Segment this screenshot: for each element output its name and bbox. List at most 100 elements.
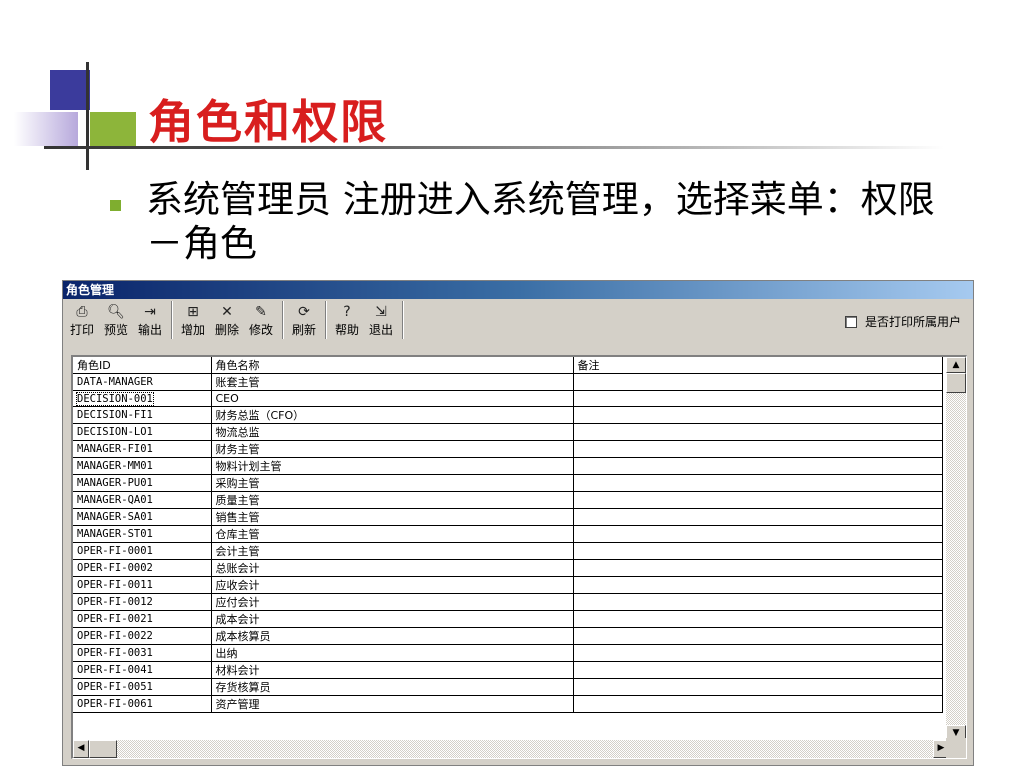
table-row[interactable]: MANAGER-QA01 质量主管 — [73, 491, 943, 509]
cell-role-name[interactable]: 账套主管 — [211, 373, 574, 391]
cell-role-name[interactable]: 财务总监（CFO） — [211, 406, 574, 424]
table-row[interactable]: OPER-FI-0011 应收会计 — [73, 576, 943, 594]
cell-remark[interactable] — [573, 406, 943, 424]
table-row[interactable]: DATA-MANAGER 账套主管 — [73, 373, 943, 391]
cell-role-id[interactable]: OPER-FI-0031 — [73, 644, 212, 662]
cell-role-name[interactable]: 出纳 — [211, 644, 574, 662]
cell-role-id[interactable]: OPER-FI-0022 — [73, 627, 212, 645]
table-row[interactable]: OPER-FI-0022 成本核算员 — [73, 627, 943, 645]
cell-role-name[interactable]: 材料会计 — [211, 661, 574, 679]
cell-role-id[interactable]: OPER-FI-0051 — [73, 678, 212, 696]
table-row[interactable]: OPER-FI-0002 总账会计 — [73, 559, 943, 577]
vertical-scrollbar[interactable]: ▲ ▼ — [946, 357, 966, 741]
cell-remark[interactable] — [573, 644, 943, 662]
table-row[interactable]: DECISION-LO1 物流总监 — [73, 423, 943, 441]
table-row[interactable]: DECISION-FI1 财务总监（CFO） — [73, 406, 943, 424]
table-row[interactable]: OPER-FI-0031 出纳 — [73, 644, 943, 662]
cell-remark[interactable] — [573, 593, 943, 611]
cell-role-name[interactable]: 物流总监 — [211, 423, 574, 441]
cell-remark[interactable] — [573, 457, 943, 475]
window-titlebar[interactable]: 角色管理 — [63, 281, 973, 299]
table-row[interactable]: MANAGER-SA01 销售主管 — [73, 508, 943, 526]
print-users-checkbox[interactable] — [844, 315, 857, 328]
cell-remark[interactable] — [573, 474, 943, 492]
cell-role-id[interactable]: OPER-FI-0011 — [73, 576, 212, 594]
cell-role-id[interactable]: DATA-MANAGER — [73, 373, 212, 391]
cell-role-id[interactable]: OPER-FI-0012 — [73, 593, 212, 611]
cell-remark[interactable] — [573, 678, 943, 696]
cell-remark[interactable] — [573, 542, 943, 560]
scroll-up-button[interactable]: ▲ — [946, 357, 966, 373]
cell-remark[interactable] — [573, 491, 943, 509]
cell-remark[interactable] — [573, 390, 943, 407]
cell-remark[interactable] — [573, 576, 943, 594]
add-button[interactable]: ⊞ 增加 — [176, 301, 210, 339]
cell-role-name[interactable]: 成本核算员 — [211, 627, 574, 645]
cell-remark[interactable] — [573, 440, 943, 458]
export-button[interactable]: ⇥ 输出 — [133, 301, 167, 339]
vertical-scroll-thumb[interactable] — [946, 373, 966, 393]
table-row[interactable]: MANAGER-MM01 物料计划主管 — [73, 457, 943, 475]
cell-role-id[interactable]: MANAGER-QA01 — [73, 491, 212, 509]
cell-role-id[interactable]: OPER-FI-0002 — [73, 559, 212, 577]
cell-role-name[interactable]: 销售主管 — [211, 508, 574, 526]
table-row[interactable]: OPER-FI-0012 应付会计 — [73, 593, 943, 611]
cell-role-id[interactable]: DECISION-LO1 — [73, 423, 212, 441]
column-header-role-name[interactable]: 角色名称 — [211, 357, 574, 374]
cell-role-name[interactable]: 应付会计 — [211, 593, 574, 611]
edit-button[interactable]: ✎ 修改 — [244, 301, 278, 339]
cell-remark[interactable] — [573, 559, 943, 577]
cell-remark[interactable] — [573, 373, 943, 391]
cell-role-name[interactable]: 会计主管 — [211, 542, 574, 560]
cell-role-name[interactable]: 总账会计 — [211, 559, 574, 577]
table-row[interactable]: MANAGER-ST01 仓库主管 — [73, 525, 943, 543]
exit-button[interactable]: ⇲ 退出 — [364, 301, 398, 339]
cell-role-name[interactable]: CEO — [211, 390, 574, 407]
cell-role-name[interactable]: 物料计划主管 — [211, 457, 574, 475]
delete-button[interactable]: ✕ 删除 — [210, 301, 244, 339]
scroll-left-button[interactable]: ◀ — [73, 740, 89, 758]
cell-remark[interactable] — [573, 695, 943, 713]
table-row[interactable]: OPER-FI-0051 存货核算员 — [73, 678, 943, 696]
cell-remark[interactable] — [573, 610, 943, 628]
help-button[interactable]: ? 帮助 — [330, 301, 364, 339]
cell-remark[interactable] — [573, 508, 943, 526]
table-row[interactable]: MANAGER-FI01 财务主管 — [73, 440, 943, 458]
cell-role-name[interactable]: 质量主管 — [211, 491, 574, 509]
column-header-remark[interactable]: 备注 — [573, 357, 943, 374]
cell-remark[interactable] — [573, 627, 943, 645]
cell-role-id[interactable]: MANAGER-PU01 — [73, 474, 212, 492]
cell-role-id[interactable]: OPER-FI-0061 — [73, 695, 212, 713]
cell-role-name[interactable]: 仓库主管 — [211, 525, 574, 543]
horizontal-scrollbar[interactable]: ◀ ▶ — [73, 740, 949, 758]
cell-role-name[interactable]: 成本会计 — [211, 610, 574, 628]
preview-button[interactable]: 🔍︎ 预览 — [99, 301, 133, 339]
table-row[interactable]: MANAGER-PU01 采购主管 — [73, 474, 943, 492]
cell-remark[interactable] — [573, 423, 943, 441]
cell-role-id[interactable]: MANAGER-SA01 — [73, 508, 212, 526]
cell-role-name[interactable]: 存货核算员 — [211, 678, 574, 696]
cell-role-name[interactable]: 采购主管 — [211, 474, 574, 492]
refresh-button[interactable]: ⟳ 刷新 — [287, 301, 321, 339]
print-users-option[interactable]: 是否打印所属用户 — [844, 313, 961, 330]
column-header-role-id[interactable]: 角色ID — [73, 357, 212, 374]
cell-role-id[interactable]: OPER-FI-0041 — [73, 661, 212, 679]
cell-role-name[interactable]: 资产管理 — [211, 695, 574, 713]
cell-remark[interactable] — [573, 525, 943, 543]
table-row[interactable]: OPER-FI-0021 成本会计 — [73, 610, 943, 628]
cell-role-id[interactable]: OPER-FI-0021 — [73, 610, 212, 628]
cell-role-id[interactable]: DECISION-FI1 — [73, 406, 212, 424]
cell-role-id[interactable]: MANAGER-MM01 — [73, 457, 212, 475]
cell-role-id[interactable]: DECISION-001 — [73, 390, 212, 407]
cell-remark[interactable] — [573, 661, 943, 679]
table-row[interactable]: OPER-FI-0041 材料会计 — [73, 661, 943, 679]
cell-role-name[interactable]: 应收会计 — [211, 576, 574, 594]
cell-role-id[interactable]: MANAGER-ST01 — [73, 525, 212, 543]
cell-role-id[interactable]: OPER-FI-0001 — [73, 542, 212, 560]
table-row[interactable]: DECISION-001 CEO — [73, 390, 943, 407]
cell-role-name[interactable]: 财务主管 — [211, 440, 574, 458]
table-row[interactable]: OPER-FI-0001 会计主管 — [73, 542, 943, 560]
horizontal-scroll-thumb[interactable] — [89, 740, 117, 758]
cell-role-id[interactable]: MANAGER-FI01 — [73, 440, 212, 458]
table-row[interactable]: OPER-FI-0061 资产管理 — [73, 695, 943, 713]
